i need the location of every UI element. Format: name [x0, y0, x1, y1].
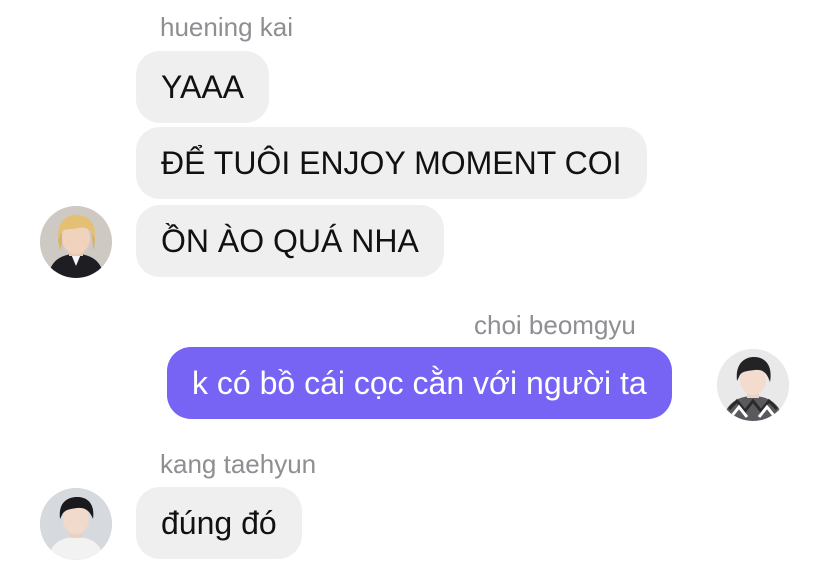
chat-thread: huening kai YAAA ĐỂ TUÔI ENJOY MOMENT CO… — [0, 0, 828, 575]
sender-name-huening-kai: huening kai — [160, 12, 293, 42]
sender-name-choi-beomgyu: choi beomgyu — [474, 310, 636, 340]
blonde-boy-avatar-icon[interactable] — [40, 206, 112, 278]
message-bubble[interactable]: ỒN ÀO QUÁ NHA — [136, 205, 444, 277]
dark-hair-boy-avatar-icon[interactable] — [717, 349, 789, 421]
message-bubble[interactable]: ĐỂ TUÔI ENJOY MOMENT COI — [136, 127, 647, 199]
sender-name-kang-taehyun: kang taehyun — [160, 449, 317, 479]
message-bubble[interactable]: YAAA — [136, 51, 269, 123]
message-bubble-outgoing[interactable]: k có bồ cái cọc cằn với người ta — [167, 347, 672, 419]
dark-hair-boy-avatar-icon[interactable] — [40, 488, 112, 560]
message-bubble[interactable]: đúng đó — [136, 487, 302, 559]
